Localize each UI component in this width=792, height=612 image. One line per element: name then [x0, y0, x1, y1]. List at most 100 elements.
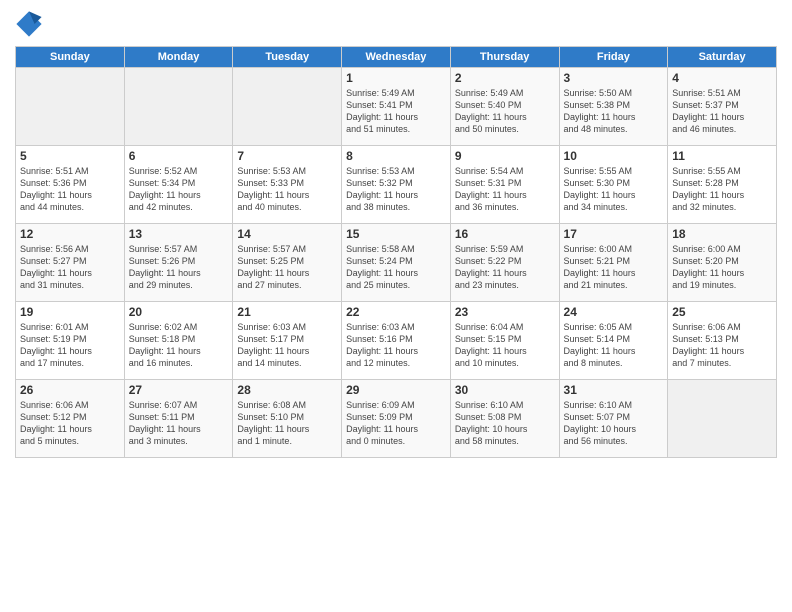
calendar-cell-4-2: 20Sunrise: 6:02 AMSunset: 5:18 PMDayligh…	[124, 302, 233, 380]
calendar-week-5: 26Sunrise: 6:06 AMSunset: 5:12 PMDayligh…	[16, 380, 777, 458]
day-info: Sunrise: 6:00 AMSunset: 5:20 PMDaylight:…	[672, 243, 772, 292]
calendar-cell-3-5: 16 Sunrise: 5:59 AMSunset: 5:22 PMDayligh…	[450, 224, 559, 302]
calendar-header-saturday: Saturday	[668, 47, 777, 68]
day-info: Sunrise: 6:06 AMSunset: 5:13 PMDaylight:…	[672, 321, 772, 370]
day-number: 16	[455, 227, 555, 241]
calendar-cell-3-4: 15 Sunrise: 5:58 AMSunset: 5:24 PMDayligh…	[342, 224, 451, 302]
calendar-header-row: SundayMondayTuesdayWednesdayThursdayFrid…	[16, 47, 777, 68]
calendar-header-tuesday: Tuesday	[233, 47, 342, 68]
calendar-cell-1-6: 3Sunrise: 5:50 AMSunset: 5:38 PMDaylight…	[559, 68, 668, 146]
calendar-cell-3-1: 12 Sunrise: 5:56 AMSunset: 5:27 PMDayligh…	[16, 224, 125, 302]
day-info: Sunrise: 6:07 AMSunset: 5:11 PMDaylight:…	[129, 399, 229, 448]
day-info: Sunrise: 6:09 AMSunset: 5:09 PMDaylight:…	[346, 399, 446, 448]
day-number: 10	[564, 149, 664, 163]
calendar-cell-3-3: 14Sunrise: 5:57 AMSunset: 5:25 PMDayligh…	[233, 224, 342, 302]
day-info: Sunrise: 5:53 AMSunset: 5:33 PMDaylight:…	[237, 165, 337, 214]
calendar-cell-4-7: 25 Sunrise: 6:06 AMSunset: 5:13 PMDayligh…	[668, 302, 777, 380]
calendar-cell-3-6: 17 Sunrise: 6:00 AMSunset: 5:21 PMDayligh…	[559, 224, 668, 302]
calendar-cell-3-2: 13 Sunrise: 5:57 AMSunset: 5:26 PMDayligh…	[124, 224, 233, 302]
calendar-week-3: 12 Sunrise: 5:56 AMSunset: 5:27 PMDayligh…	[16, 224, 777, 302]
day-info: Sunrise: 5:52 AMSunset: 5:34 PMDaylight:…	[129, 165, 229, 214]
day-number: 19	[20, 305, 120, 319]
day-number: 15	[346, 227, 446, 241]
day-number: 8	[346, 149, 446, 163]
logo-icon	[15, 10, 43, 38]
calendar-cell-5-7	[668, 380, 777, 458]
day-number: 17	[564, 227, 664, 241]
day-info: Sunrise: 5:49 AMSunset: 5:40 PMDaylight:…	[455, 87, 555, 136]
day-number: 24	[564, 305, 664, 319]
calendar-cell-4-1: 19 Sunrise: 6:01 AMSunset: 5:19 PMDayligh…	[16, 302, 125, 380]
calendar-cell-5-3: 28Sunrise: 6:08 AMSunset: 5:10 PMDayligh…	[233, 380, 342, 458]
header	[15, 10, 777, 38]
day-number: 25	[672, 305, 772, 319]
calendar-cell-2-5: 9 Sunrise: 5:54 AMSunset: 5:31 PMDaylight…	[450, 146, 559, 224]
day-info: Sunrise: 5:51 AMSunset: 5:36 PMDaylight:…	[20, 165, 120, 214]
calendar-cell-5-4: 29 Sunrise: 6:09 AMSunset: 5:09 PMDayligh…	[342, 380, 451, 458]
calendar-cell-2-2: 6 Sunrise: 5:52 AMSunset: 5:34 PMDaylight…	[124, 146, 233, 224]
calendar-cell-1-7: 4Sunrise: 5:51 AMSunset: 5:37 PMDaylight…	[668, 68, 777, 146]
day-number: 7	[237, 149, 337, 163]
calendar-cell-2-4: 8 Sunrise: 5:53 AMSunset: 5:32 PMDaylight…	[342, 146, 451, 224]
day-info: Sunrise: 6:03 AMSunset: 5:16 PMDaylight:…	[346, 321, 446, 370]
day-number: 9	[455, 149, 555, 163]
day-number: 14	[237, 227, 337, 241]
day-number: 11	[672, 149, 772, 163]
day-number: 12	[20, 227, 120, 241]
calendar-header-friday: Friday	[559, 47, 668, 68]
logo	[15, 10, 47, 38]
calendar-cell-5-2: 27Sunrise: 6:07 AMSunset: 5:11 PMDayligh…	[124, 380, 233, 458]
day-info: Sunrise: 5:53 AMSunset: 5:32 PMDaylight:…	[346, 165, 446, 214]
day-number: 2	[455, 71, 555, 85]
day-info: Sunrise: 6:06 AMSunset: 5:12 PMDaylight:…	[20, 399, 120, 448]
calendar-cell-2-7: 11Sunrise: 5:55 AMSunset: 5:28 PMDayligh…	[668, 146, 777, 224]
calendar-cell-2-6: 10Sunrise: 5:55 AMSunset: 5:30 PMDayligh…	[559, 146, 668, 224]
calendar-cell-1-1	[16, 68, 125, 146]
calendar-cell-1-3	[233, 68, 342, 146]
day-number: 23	[455, 305, 555, 319]
calendar-cell-4-6: 24Sunrise: 6:05 AMSunset: 5:14 PMDayligh…	[559, 302, 668, 380]
calendar-cell-1-2	[124, 68, 233, 146]
calendar-header-sunday: Sunday	[16, 47, 125, 68]
calendar-cell-2-3: 7 Sunrise: 5:53 AMSunset: 5:33 PMDaylight…	[233, 146, 342, 224]
day-info: Sunrise: 6:10 AMSunset: 5:08 PMDaylight:…	[455, 399, 555, 448]
day-number: 13	[129, 227, 229, 241]
day-info: Sunrise: 6:00 AMSunset: 5:21 PMDaylight:…	[564, 243, 664, 292]
calendar-cell-1-4: 1 Sunrise: 5:49 AMSunset: 5:41 PMDaylight…	[342, 68, 451, 146]
calendar-week-1: 1 Sunrise: 5:49 AMSunset: 5:41 PMDaylight…	[16, 68, 777, 146]
day-info: Sunrise: 5:49 AMSunset: 5:41 PMDaylight:…	[346, 87, 446, 136]
day-info: Sunrise: 6:04 AMSunset: 5:15 PMDaylight:…	[455, 321, 555, 370]
day-info: Sunrise: 6:01 AMSunset: 5:19 PMDaylight:…	[20, 321, 120, 370]
day-info: Sunrise: 6:02 AMSunset: 5:18 PMDaylight:…	[129, 321, 229, 370]
day-number: 6	[129, 149, 229, 163]
calendar-table: SundayMondayTuesdayWednesdayThursdayFrid…	[15, 46, 777, 458]
day-info: Sunrise: 5:56 AMSunset: 5:27 PMDaylight:…	[20, 243, 120, 292]
calendar-cell-4-4: 22 Sunrise: 6:03 AMSunset: 5:16 PMDayligh…	[342, 302, 451, 380]
calendar-cell-5-1: 26Sunrise: 6:06 AMSunset: 5:12 PMDayligh…	[16, 380, 125, 458]
day-info: Sunrise: 5:58 AMSunset: 5:24 PMDaylight:…	[346, 243, 446, 292]
calendar-cell-2-1: 5 Sunrise: 5:51 AMSunset: 5:36 PMDaylight…	[16, 146, 125, 224]
page-container: SundayMondayTuesdayWednesdayThursdayFrid…	[0, 0, 792, 612]
day-info: Sunrise: 6:10 AMSunset: 5:07 PMDaylight:…	[564, 399, 664, 448]
calendar-cell-4-3: 21 Sunrise: 6:03 AMSunset: 5:17 PMDayligh…	[233, 302, 342, 380]
day-number: 28	[237, 383, 337, 397]
day-number: 1	[346, 71, 446, 85]
day-number: 29	[346, 383, 446, 397]
day-number: 22	[346, 305, 446, 319]
day-info: Sunrise: 5:54 AMSunset: 5:31 PMDaylight:…	[455, 165, 555, 214]
day-number: 30	[455, 383, 555, 397]
calendar-cell-4-5: 23 Sunrise: 6:04 AMSunset: 5:15 PMDayligh…	[450, 302, 559, 380]
calendar-cell-5-5: 30 Sunrise: 6:10 AMSunset: 5:08 PMDayligh…	[450, 380, 559, 458]
day-number: 5	[20, 149, 120, 163]
day-info: Sunrise: 5:59 AMSunset: 5:22 PMDaylight:…	[455, 243, 555, 292]
day-info: Sunrise: 6:03 AMSunset: 5:17 PMDaylight:…	[237, 321, 337, 370]
calendar-cell-5-6: 31Sunrise: 6:10 AMSunset: 5:07 PMDayligh…	[559, 380, 668, 458]
calendar-cell-3-7: 18 Sunrise: 6:00 AMSunset: 5:20 PMDayligh…	[668, 224, 777, 302]
calendar-week-4: 19 Sunrise: 6:01 AMSunset: 5:19 PMDayligh…	[16, 302, 777, 380]
day-number: 21	[237, 305, 337, 319]
day-info: Sunrise: 5:57 AMSunset: 5:26 PMDaylight:…	[129, 243, 229, 292]
calendar-week-2: 5 Sunrise: 5:51 AMSunset: 5:36 PMDaylight…	[16, 146, 777, 224]
day-info: Sunrise: 5:51 AMSunset: 5:37 PMDaylight:…	[672, 87, 772, 136]
day-number: 18	[672, 227, 772, 241]
calendar-header-thursday: Thursday	[450, 47, 559, 68]
